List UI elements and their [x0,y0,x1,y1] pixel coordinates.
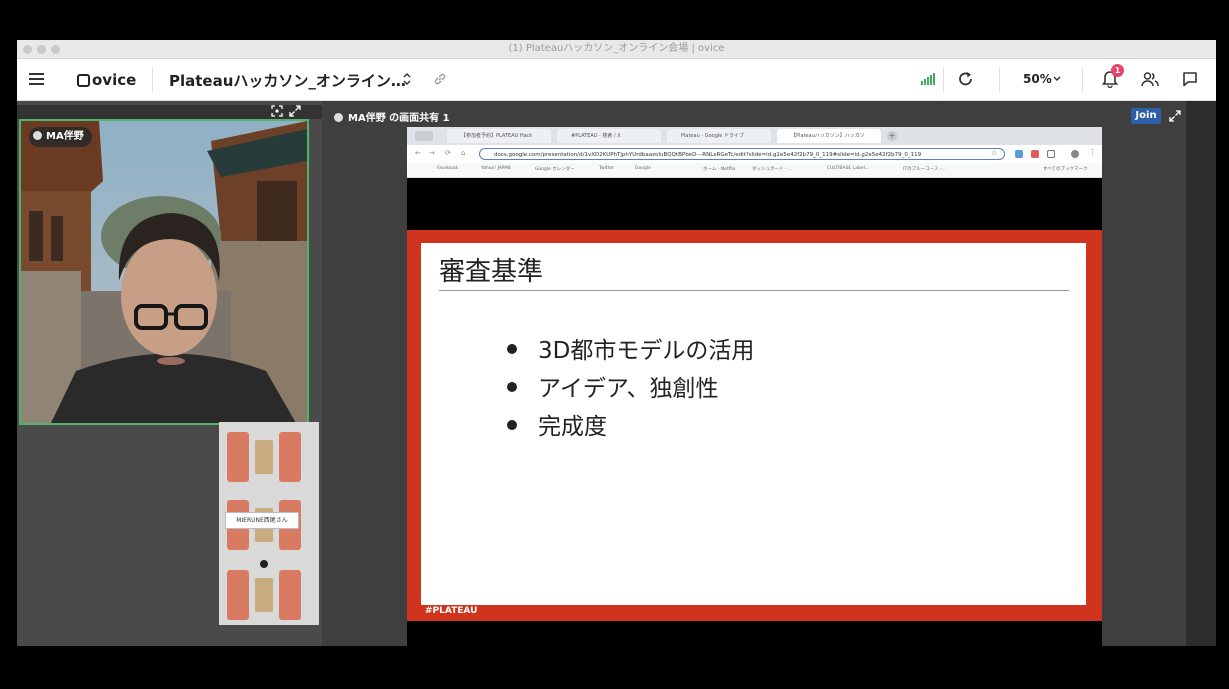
toolbar-divider [943,67,944,92]
bookmark-item[interactable]: ダッシュボード - ... [752,166,792,172]
logo-text: ovice [92,71,137,89]
browser-tab[interactable]: 【参加者予約】PLATEAU Hack [447,129,551,143]
join-button[interactable]: Join [1131,108,1161,124]
bookmark-item[interactable]: CULTIBASE Label... [827,166,869,171]
video-frame-image [21,121,307,423]
title-bar: (1) Plateauハッカソン_オンライン会場 | ovice [17,40,1216,59]
tab-group-icon[interactable] [415,131,433,141]
ovice-logo[interactable]: ovice [77,71,136,89]
browser-tab-active[interactable]: 【Plateauハッカソン】ハッカソ [777,129,881,143]
shared-screen: 【参加者予約】PLATEAU Hack #PLATEAU - 検索 / X Pl… [407,127,1102,646]
bullet-text: アイデア、独創性 [538,376,719,402]
screen-share-label: MA伴野 の画面共有 1 [334,109,450,124]
bookmarks-bar: Facebook Yahoo! JAPAN Google カレンダー Twitt… [407,163,1102,178]
bookmark-item[interactable]: Google [635,166,651,171]
menu-icon[interactable] [29,73,45,86]
right-edge-panel [1186,101,1216,646]
slide-bullet: アイデア、独創性 [507,369,719,403]
bookmark-item[interactable]: Twitter [599,166,614,171]
extension-icon[interactable] [1047,150,1055,158]
avatar-icon [334,113,343,122]
presentation-slide-frame: 審査基準 3D都市モデルの活用 アイデア、独創性 完成度 #PLATEAU [407,230,1102,621]
back-arrow-icon[interactable]: ← [415,149,421,157]
reload-icon[interactable]: ⟳ [445,149,451,157]
connection-quality-icon[interactable] [921,73,935,85]
expand-camera-icon[interactable] [289,105,301,117]
zoom-chevron-down-icon[interactable] [1053,76,1061,82]
home-icon[interactable]: ⌂ [461,149,465,157]
toolbar-divider [152,67,153,92]
browser-tab[interactable]: #PLATEAU - 検索 / X [557,129,661,143]
bullet-text: 3D都市モデルの活用 [538,338,755,364]
chat-icon[interactable] [1182,71,1198,87]
logo-mark-icon [77,74,90,87]
new-tab-icon[interactable]: + [887,131,897,141]
bookmark-item[interactable]: Google カレンダー [535,166,575,172]
app-window: (1) Plateauハッカソン_オンライン会場 | ovice ovice P… [17,40,1216,646]
window-title: (1) Plateauハッカソン_オンライン会場 | ovice [508,43,725,54]
forward-arrow-icon[interactable]: → [429,149,435,157]
bookmark-item[interactable]: ホーム - Netflix [703,166,736,172]
refresh-icon[interactable] [957,70,975,88]
avatar-icon [33,131,42,140]
participant-name-label: MA伴野 [29,127,92,147]
toolbar-divider [1082,67,1083,92]
participant-video[interactable]: MA伴野 [19,119,309,425]
slide-footer-tag: #PLATEAU [425,606,478,616]
bullet-text: 完成度 [538,414,607,440]
bullet-dot-icon [507,382,517,392]
zoom-level[interactable]: 50% [1023,72,1052,86]
bookmark-star-icon[interactable]: ☆ [991,149,997,157]
all-bookmarks[interactable]: すべてのブックマーク [1043,166,1088,172]
url-field[interactable]: docs.google.com/presentation/d/1vXD2KUPh… [479,148,1005,160]
browser-tab-bar: 【参加者予約】PLATEAU Hack #PLATEAU - 検索 / X Pl… [407,127,1102,145]
notification-badge: 1 [1111,64,1124,77]
space-name[interactable]: Plateauハッカソン_オンライン… [169,70,406,91]
app-toolbar: ovice Plateauハッカソン_オンライン… 50% 1 [17,59,1216,101]
bookmark-item[interactable]: Facebook [437,166,458,171]
bookmark-item[interactable]: ITのプルーコース -... [903,166,946,172]
screen-share-title: MA伴野 の画面共有 1 [348,113,450,124]
participants-icon[interactable] [1141,71,1159,87]
participant-name-tag[interactable]: MIERUNE西尾さん [225,512,299,529]
participant-name: MA伴野 [46,131,84,142]
toolbar-divider [999,67,1000,92]
bookmark-item[interactable]: Yahoo! JAPAN [481,166,511,171]
fullscreen-icon[interactable] [1169,110,1181,122]
browser-address-bar: ← → ⟳ ⌂ docs.google.com/presentation/d/1… [407,145,1102,163]
presentation-slide: 審査基準 3D都市モデルの活用 アイデア、独創性 完成度 [421,243,1086,605]
extension-icon[interactable] [1015,150,1023,158]
browser-tab[interactable]: Plateau - Google ドライブ [667,129,771,143]
bullet-dot-icon [507,420,517,430]
profile-avatar[interactable] [1071,150,1079,158]
slide-title-rule [439,290,1069,291]
bullet-dot-icon [507,344,517,354]
browser-menu-icon[interactable]: ⋮ [1089,148,1096,156]
slide-bullet: 3D都市モデルの活用 [507,331,754,365]
extension-icon[interactable] [1031,150,1039,158]
slide-title: 審査基準 [439,257,544,287]
slide-bullet: 完成度 [507,407,607,441]
screen-share-header: MA伴野 の画面共有 1 Join [322,106,1186,126]
focus-icon[interactable] [271,105,283,117]
space-switch-chevron-icon[interactable] [403,72,411,86]
copy-link-icon[interactable] [433,72,447,86]
